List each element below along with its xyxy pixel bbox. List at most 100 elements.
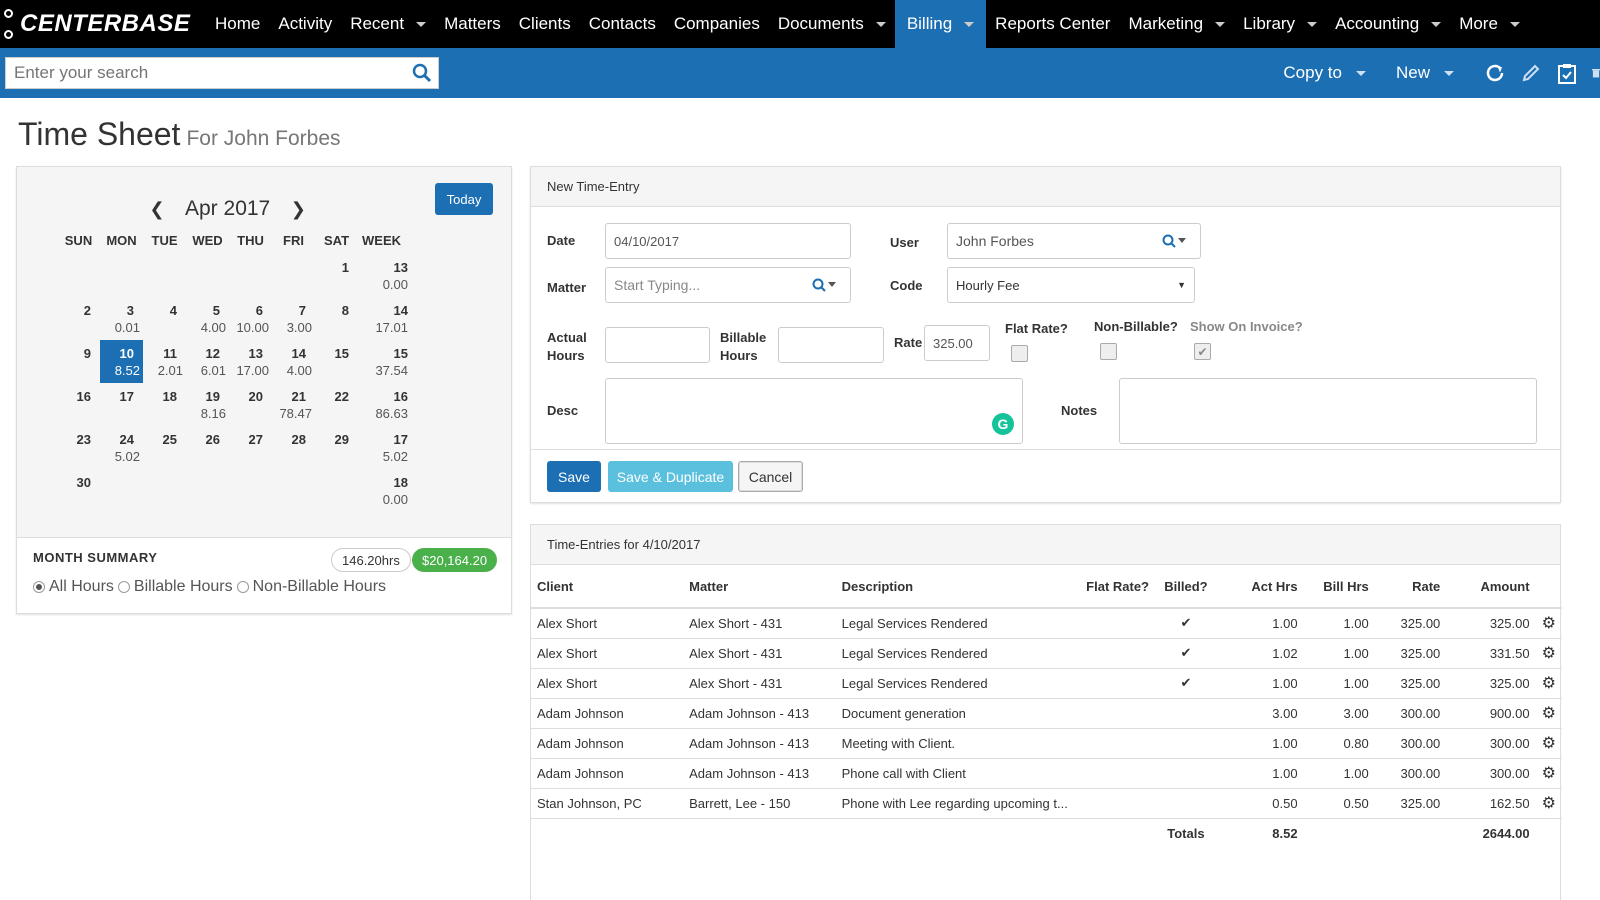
nav-item-accounting[interactable]: Accounting	[1326, 0, 1450, 48]
calendar-day[interactable]: 19 8.16	[186, 383, 229, 426]
nav-item-more[interactable]: More	[1450, 0, 1529, 48]
calendar-day[interactable]: 28	[272, 426, 315, 469]
radio-non-billable-hours[interactable]: Non-Billable Hours	[236, 578, 386, 596]
non-billable-checkbox[interactable]	[1100, 343, 1117, 360]
nav-item-library[interactable]: Library	[1234, 0, 1326, 48]
trash-icon[interactable]	[1592, 62, 1600, 84]
calendar-day[interactable]: 6 10.00	[229, 297, 272, 340]
column-header[interactable]: Billed?	[1155, 566, 1217, 609]
calendar-day[interactable]: 7 3.00	[272, 297, 315, 340]
nav-item-billing[interactable]: Billing	[894, 0, 987, 48]
previous-month-icon[interactable]: ❮	[147, 199, 167, 220]
calendar-day[interactable]: 15	[315, 340, 358, 383]
calendar-day[interactable]: 25	[143, 426, 186, 469]
code-select[interactable]: Hourly Fee ▼	[947, 267, 1195, 303]
nav-item-marketing[interactable]: Marketing	[1119, 0, 1234, 48]
notes-textarea[interactable]	[1119, 378, 1537, 444]
matter-field[interactable]: Start Typing...	[605, 267, 851, 303]
calendar-day[interactable]: 24 5.02	[100, 426, 143, 469]
nav-item-documents[interactable]: Documents	[769, 0, 895, 48]
table-row[interactable]: Alex Short Alex Short - 431 Legal Services…	[531, 668, 1562, 699]
nav-item-companies[interactable]: Companies	[665, 0, 769, 48]
calendar-day[interactable]: 8	[315, 297, 358, 340]
table-row[interactable]: Alex Short Alex Short - 431 Legal Services…	[531, 638, 1562, 669]
next-month-icon[interactable]: ❯	[288, 199, 308, 220]
calendar-day[interactable]: 29	[315, 426, 358, 469]
table-row[interactable]: Adam Johnson Adam Johnson - 413 Phone call…	[531, 758, 1562, 789]
gear-icon[interactable]: ⚙	[1535, 758, 1562, 789]
calendar-day[interactable]: 12 6.01	[186, 340, 229, 383]
calendar-day[interactable]: 16	[57, 383, 100, 426]
grammarly-icon[interactable]: G	[992, 413, 1014, 435]
gear-icon[interactable]: ⚙	[1535, 638, 1562, 669]
search-input[interactable]	[6, 63, 406, 83]
nav-item-matters[interactable]: Matters	[435, 0, 510, 48]
calendar-day[interactable]: 11 2.01	[143, 340, 186, 383]
column-header[interactable]: Matter	[683, 566, 836, 609]
nav-item-contacts[interactable]: Contacts	[580, 0, 665, 48]
column-header[interactable]: Rate	[1374, 566, 1447, 609]
week-summary[interactable]: 14 17.01	[358, 297, 408, 340]
nav-item-home[interactable]: Home	[206, 0, 269, 48]
week-summary[interactable]: 18 0.00	[358, 469, 408, 512]
column-header[interactable]: Act Hrs	[1216, 566, 1304, 609]
radio-circle-icon[interactable]	[33, 581, 45, 593]
calendar-day[interactable]: 4	[143, 297, 186, 340]
week-summary[interactable]: 16 86.63	[358, 383, 408, 426]
gear-icon[interactable]: ⚙	[1535, 698, 1562, 729]
column-header[interactable]: Bill Hrs	[1303, 566, 1375, 609]
calendar-day[interactable]: 17	[100, 383, 143, 426]
calendar-day[interactable]: 9	[57, 340, 100, 383]
calendar-day[interactable]: 30	[57, 469, 100, 512]
calendar-day[interactable]: 18	[143, 383, 186, 426]
date-field[interactable]: 04/10/2017	[605, 223, 851, 259]
rate-field[interactable]: 325.00	[924, 325, 990, 361]
calendar-day[interactable]: 26	[186, 426, 229, 469]
radio-circle-icon[interactable]	[117, 581, 130, 593]
today-button[interactable]: Today	[435, 183, 493, 215]
show-on-invoice-checkbox[interactable]: ✔	[1194, 343, 1211, 360]
week-summary[interactable]: 15 37.54	[358, 340, 408, 383]
radio-all-hours[interactable]: All Hours	[33, 578, 114, 596]
radio-circle-icon[interactable]	[236, 581, 249, 593]
billable-hours-field[interactable]	[778, 327, 884, 363]
cancel-button[interactable]: Cancel	[738, 461, 803, 492]
save-duplicate-button[interactable]: Save & Duplicate	[608, 461, 733, 492]
calendar-day[interactable]: 2	[57, 297, 100, 340]
gear-icon[interactable]: ⚙	[1535, 728, 1562, 759]
actual-hours-field[interactable]	[605, 327, 710, 363]
calendar-day[interactable]: 20	[229, 383, 272, 426]
calendar-day[interactable]: 3 0.01	[100, 297, 143, 340]
calendar-day[interactable]: 5 4.00	[186, 297, 229, 340]
column-header[interactable]: Amount	[1446, 566, 1536, 609]
calendar-day[interactable]: 23	[57, 426, 100, 469]
gear-icon[interactable]: ⚙	[1535, 668, 1562, 699]
nav-item-activity[interactable]: Activity	[269, 0, 341, 48]
user-search-icon[interactable]	[1162, 234, 1188, 248]
desc-textarea[interactable]: G	[605, 378, 1023, 444]
save-button[interactable]: Save	[547, 461, 601, 492]
nav-item-clients[interactable]: Clients	[510, 0, 580, 48]
table-row[interactable]: Stan Johnson, PC Barrett, Lee - 150 Phone …	[531, 788, 1562, 819]
matter-search-icon[interactable]	[812, 278, 838, 292]
table-row[interactable]: Alex Short Alex Short - 431 Legal Services…	[531, 608, 1562, 639]
user-field[interactable]: John Forbes	[947, 223, 1201, 259]
clipboard-check-icon[interactable]	[1556, 62, 1578, 84]
gear-icon[interactable]: ⚙	[1535, 608, 1562, 639]
calendar-day[interactable]: 22	[315, 383, 358, 426]
radio-billable-hours[interactable]: Billable Hours	[117, 578, 233, 596]
nav-item-reports-center[interactable]: Reports Center	[986, 0, 1119, 48]
calendar-day[interactable]: 13 17.00	[229, 340, 272, 383]
calendar-day[interactable]: 14 4.00	[272, 340, 315, 383]
calendar-day[interactable]: 1	[315, 254, 358, 297]
edit-pencil-icon[interactable]	[1520, 62, 1542, 84]
centerbase-logo[interactable]: CENTERBASE	[0, 0, 206, 48]
week-summary[interactable]: 17 5.02	[358, 426, 408, 469]
week-summary[interactable]: 13 0.00	[358, 254, 408, 297]
gear-icon[interactable]: ⚙	[1535, 788, 1562, 819]
column-header[interactable]: Flat Rate?	[1073, 566, 1155, 609]
table-row[interactable]: Adam Johnson Adam Johnson - 413 Meeting wi…	[531, 728, 1562, 759]
column-header[interactable]: Description	[835, 566, 1074, 609]
copy-to-dropdown[interactable]: Copy to	[1283, 63, 1366, 83]
calendar-day[interactable]: 10 8.52	[100, 340, 143, 383]
